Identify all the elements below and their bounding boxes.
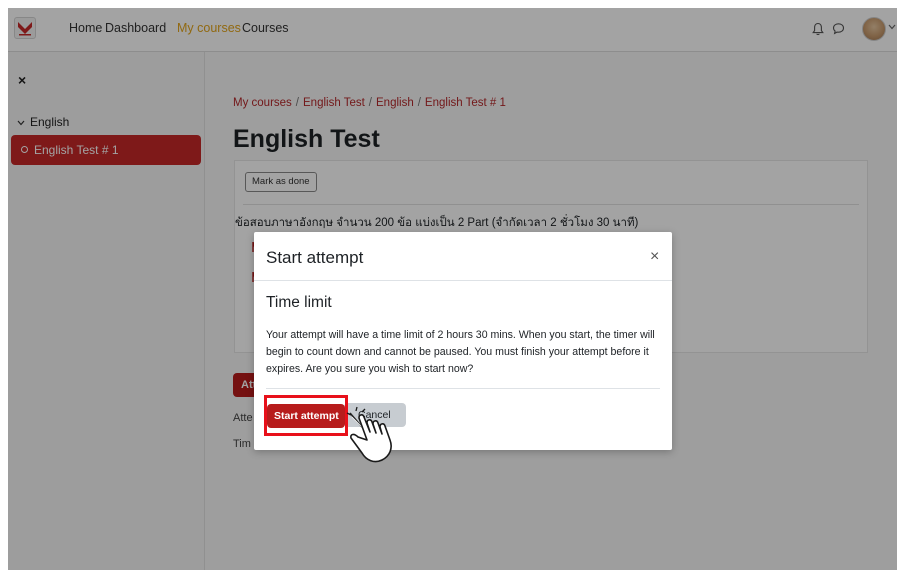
modal-title: Start attempt — [266, 248, 364, 267]
divider — [266, 388, 660, 389]
close-icon[interactable]: × — [650, 249, 659, 265]
modal-body-text: Your attempt will have a time limit of 2… — [266, 329, 655, 375]
pointer-hand-icon — [346, 406, 392, 463]
app-window: Home Dashboard My courses Courses × Engl… — [8, 8, 897, 570]
highlight-box — [264, 395, 348, 436]
modal-subtitle: Time limit — [266, 294, 332, 311]
divider — [254, 280, 672, 281]
